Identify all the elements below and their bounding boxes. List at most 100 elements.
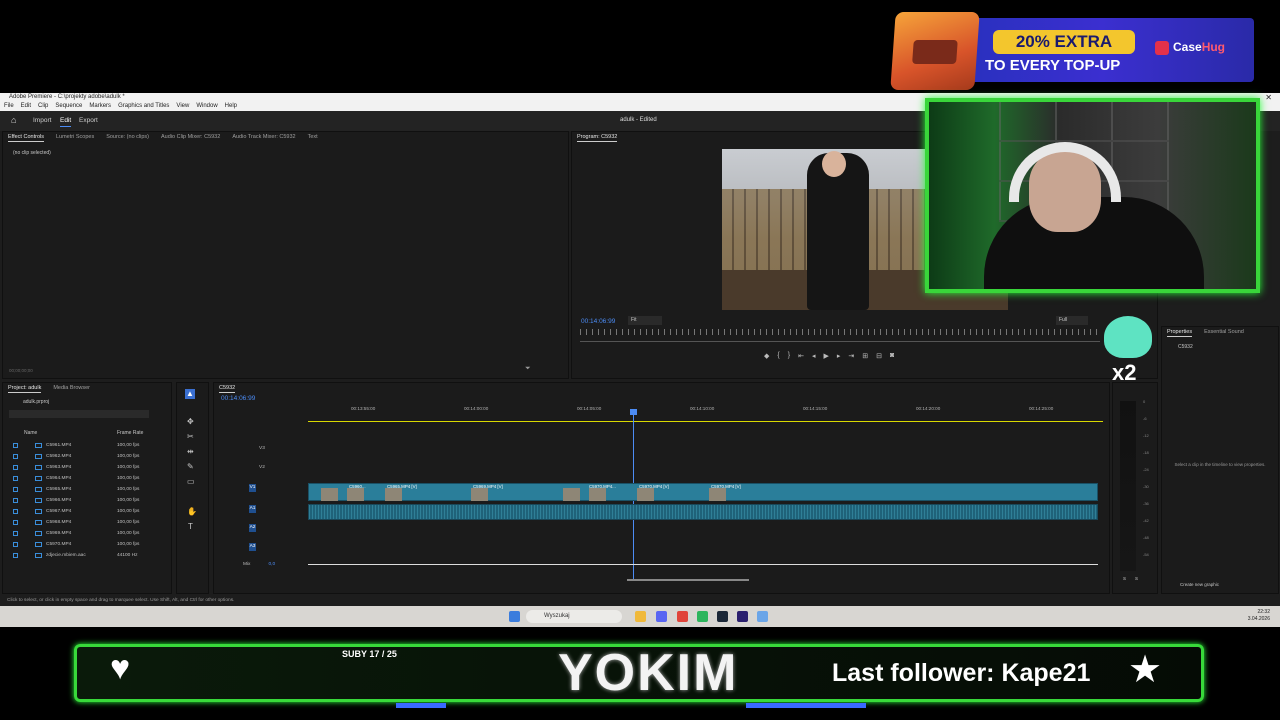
lift-icon[interactable]: ⊞ xyxy=(862,352,868,360)
track-v1-name[interactable]: V1 xyxy=(249,484,256,492)
list-item[interactable]: C5970.MP4 100,00 fps xyxy=(13,539,168,550)
list-item[interactable]: C5967.MP4 100,00 fps xyxy=(13,506,168,517)
tab-audio-clip-mixer[interactable]: Audio Clip Mixer: C5932 xyxy=(161,132,220,142)
out-point-icon[interactable]: } xyxy=(788,352,790,360)
label-color-icon[interactable] xyxy=(13,520,18,525)
home-icon[interactable]: ⌂ xyxy=(11,115,21,125)
track-a3-name[interactable]: A3 xyxy=(249,543,256,551)
quality-dropdown[interactable]: Full xyxy=(1056,316,1088,325)
tab-project[interactable]: Project: adulk xyxy=(8,383,42,393)
ad-banner[interactable]: 20% EXTRA TO EVERY TOP-UP CaseHug xyxy=(890,12,1255,90)
tab-source[interactable]: Source: (no clips) xyxy=(106,132,149,142)
filter-icon[interactable]: ⏷ xyxy=(525,365,531,373)
slip-icon[interactable]: ⇹ xyxy=(187,447,194,456)
selection-tool-icon[interactable]: ▲ xyxy=(185,389,195,399)
export-frame-icon[interactable]: ◙ xyxy=(890,352,894,360)
windows-start-icon[interactable] xyxy=(509,611,520,622)
type-icon[interactable]: T xyxy=(188,522,193,531)
ripple-edit-icon[interactable]: ✥ xyxy=(187,417,194,426)
settings-icon[interactable] xyxy=(757,611,768,622)
label-color-icon[interactable] xyxy=(13,465,18,470)
in-point-icon[interactable]: { xyxy=(777,352,779,360)
tab-effect-controls[interactable]: Effect Controls xyxy=(8,132,44,142)
playhead-handle[interactable] xyxy=(630,409,637,415)
tab-sequence[interactable]: C5932 xyxy=(219,383,236,393)
tab-essential-sound[interactable]: Essential Sound xyxy=(1204,327,1244,337)
label-color-icon[interactable] xyxy=(13,553,18,558)
create-graphic-button[interactable]: Create new graphic xyxy=(1180,582,1219,587)
label-color-icon[interactable] xyxy=(13,542,18,547)
rectangle-icon[interactable]: ▭ xyxy=(187,477,195,486)
menu-clip[interactable]: Clip xyxy=(38,102,48,111)
list-item[interactable]: C5961.MP4 100,00 fps xyxy=(13,440,168,451)
file-explorer-icon[interactable] xyxy=(635,611,646,622)
play-icon[interactable]: ▶ xyxy=(823,352,828,360)
marker-icon[interactable]: ◆ xyxy=(764,352,769,360)
timeline-scrollbar[interactable] xyxy=(627,579,749,581)
pen-icon[interactable]: ✎ xyxy=(187,462,194,471)
work-area-bar[interactable] xyxy=(308,421,1103,422)
timeline-timecode[interactable]: 00:14:06:99 xyxy=(221,395,255,402)
go-to-out-icon[interactable]: ⇥ xyxy=(848,352,854,360)
fit-dropdown[interactable]: Fit xyxy=(628,316,662,325)
list-item[interactable]: C5969.MP4 100,00 fps xyxy=(13,528,168,539)
list-item[interactable]: C5965.MP4 100,00 fps xyxy=(13,484,168,495)
label-color-icon[interactable] xyxy=(13,509,18,514)
menu-graphics[interactable]: Graphics and Titles xyxy=(118,102,169,111)
premiere-icon[interactable] xyxy=(737,611,748,622)
tab-import[interactable]: Import xyxy=(33,117,51,124)
col-name[interactable]: Name xyxy=(24,430,37,436)
taskbar-search[interactable]: Wyszukaj xyxy=(526,610,622,623)
label-color-icon[interactable] xyxy=(13,487,18,492)
project-search[interactable] xyxy=(9,410,149,418)
step-forward-icon[interactable]: ▸ xyxy=(837,352,841,360)
tab-program[interactable]: Program: C5932 xyxy=(577,132,618,142)
step-back-icon[interactable]: ◂ xyxy=(812,352,816,360)
tab-export[interactable]: Export xyxy=(79,117,98,124)
tab-text[interactable]: Text xyxy=(308,132,318,142)
solo-button[interactable]: S xyxy=(1135,576,1138,581)
list-item[interactable]: C5962.MP4 100,00 fps xyxy=(13,451,168,462)
steam-icon[interactable] xyxy=(717,611,728,622)
menu-help[interactable]: Help xyxy=(225,102,237,111)
label-color-icon[interactable] xyxy=(13,454,18,459)
menu-edit[interactable]: Edit xyxy=(21,102,31,111)
menu-markers[interactable]: Markers xyxy=(89,102,111,111)
video-clips-track[interactable]: C5960... C5965.MP4 [V] C5969.MP4 [V] C59… xyxy=(308,483,1098,501)
label-color-icon[interactable] xyxy=(13,531,18,536)
spotify-icon[interactable] xyxy=(697,611,708,622)
menu-window[interactable]: Window xyxy=(196,102,217,111)
discord-icon[interactable] xyxy=(656,611,667,622)
list-item[interactable]: C5963.MP4 100,00 fps xyxy=(13,462,168,473)
tab-lumetri[interactable]: Lumetri Scopes xyxy=(56,132,94,142)
label-color-icon[interactable] xyxy=(13,443,18,448)
list-item[interactable]: C5964.MP4 100,00 fps xyxy=(13,473,168,484)
menu-file[interactable]: File xyxy=(4,102,14,111)
audio-clips-track[interactable] xyxy=(308,504,1098,520)
label-color-icon[interactable] xyxy=(13,476,18,481)
taskbar-clock[interactable]: 22:32 3.04.2026 xyxy=(1248,609,1270,623)
list-item[interactable]: C5968.MP4 100,00 fps xyxy=(13,517,168,528)
hand-icon[interactable]: ✋ xyxy=(187,507,197,516)
track-a1-name[interactable]: A1 xyxy=(249,505,256,513)
close-icon[interactable]: ✕ xyxy=(1265,93,1272,102)
list-item[interactable]: zdjecie.mbiem.aac 44100 Hz xyxy=(13,550,168,561)
tab-media-browser[interactable]: Media Browser xyxy=(53,383,90,393)
extract-icon[interactable]: ⊟ xyxy=(876,352,882,360)
program-scrubber[interactable] xyxy=(580,341,1100,342)
track-a2-name[interactable]: A2 xyxy=(249,524,256,532)
list-item[interactable]: C5966.MP4 100,00 fps xyxy=(13,495,168,506)
solo-button[interactable]: S xyxy=(1123,576,1126,581)
program-timecode[interactable]: 00:14:06:99 xyxy=(581,318,615,325)
col-frame-rate[interactable]: Frame Rate xyxy=(117,430,143,436)
mix-value[interactable]: 0,0 xyxy=(268,562,275,567)
menu-view[interactable]: View xyxy=(176,102,189,111)
tab-properties[interactable]: Properties xyxy=(1167,327,1193,337)
tab-edit[interactable]: Edit xyxy=(60,117,72,127)
tab-audio-track-mixer[interactable]: Audio Track Mixer: C5932 xyxy=(232,132,295,142)
go-to-in-icon[interactable]: ⇤ xyxy=(798,352,804,360)
razor-icon[interactable]: ✂ xyxy=(187,432,194,441)
label-color-icon[interactable] xyxy=(13,498,18,503)
opera-icon[interactable] xyxy=(677,611,688,622)
menu-sequence[interactable]: Sequence xyxy=(55,102,82,111)
